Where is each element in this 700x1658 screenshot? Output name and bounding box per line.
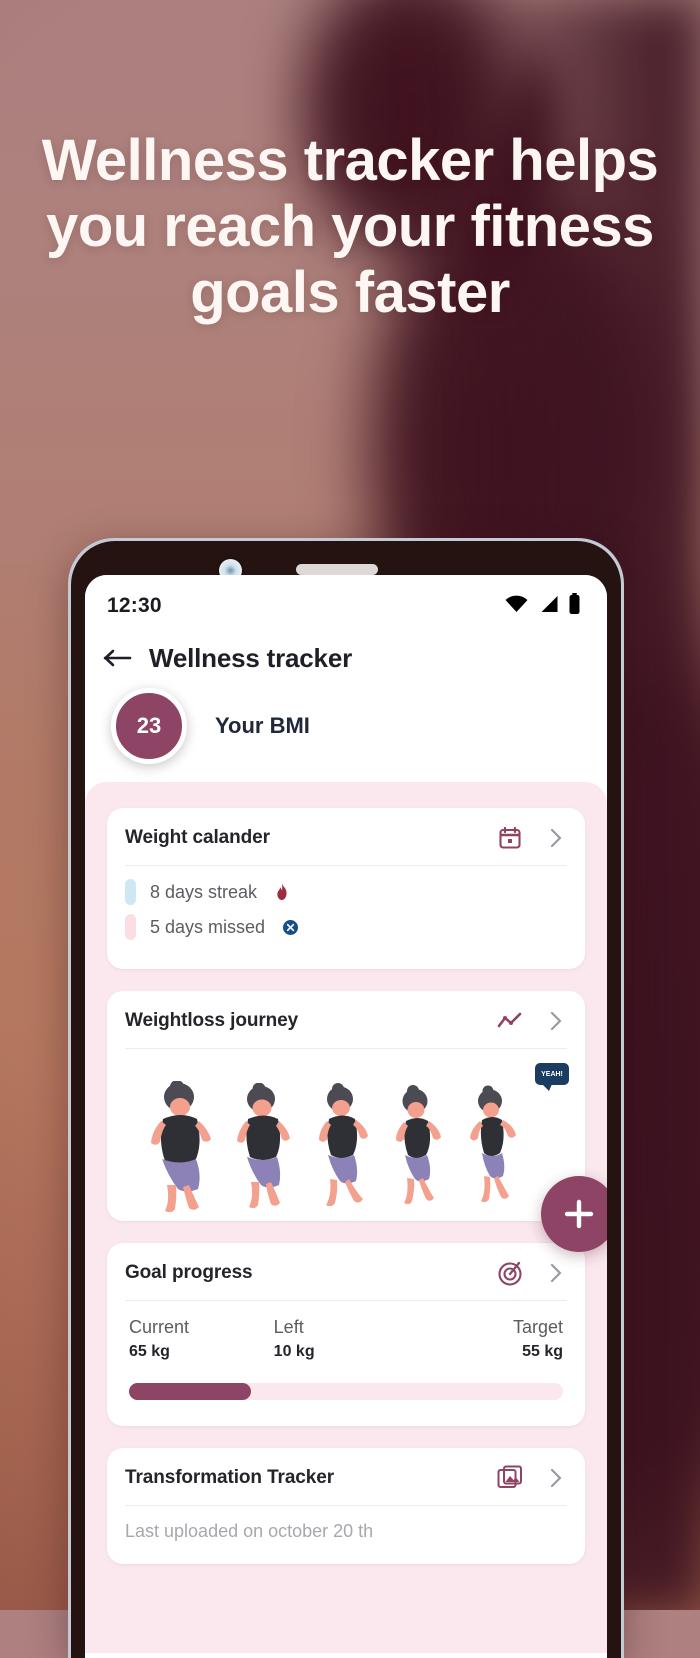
figure-5	[470, 1085, 516, 1203]
fire-icon	[275, 883, 289, 901]
last-upload-note: Last uploaded on october 20 th	[125, 1521, 374, 1541]
figure-4	[396, 1085, 441, 1205]
streak-text: 8 days streak	[150, 881, 258, 902]
figure-3	[319, 1083, 368, 1207]
list-item: 8 days streak	[125, 879, 567, 905]
bmi-value-badge: 23	[111, 688, 187, 764]
goal-stats: Current 65 kg Left 10 kg Target 55 kg	[107, 1301, 585, 1367]
phone-screen: 12:30 Wellness tracker 23 Your BMI Weigh…	[85, 575, 607, 1658]
list-item: 5 days missed	[125, 914, 567, 940]
plus-icon	[564, 1199, 594, 1229]
goal-progress-bar[interactable]	[129, 1383, 563, 1400]
card-weightloss-journey[interactable]: Weightloss journey YEAH!	[107, 991, 585, 1221]
goal-key: Target	[512, 1317, 564, 1337]
card-transformation-tracker[interactable]: Transformation Tracker Last uploaded on …	[107, 1448, 585, 1564]
cross-circle-icon	[283, 919, 299, 935]
bmi-label: Your BMI	[215, 713, 310, 738]
missed-bar	[125, 914, 136, 940]
status-time: 12:30	[107, 594, 162, 617]
card-title: Weightloss journey	[125, 1010, 299, 1031]
trend-line-icon[interactable]	[497, 1008, 523, 1034]
goal-value: 10 kg	[273, 1343, 315, 1360]
bmi-row[interactable]: 23 Your BMI	[85, 674, 607, 782]
speech-bubble-text: YEAH!	[541, 1070, 563, 1078]
wifi-icon	[504, 595, 529, 618]
goal-key: Left	[273, 1317, 304, 1337]
figure-1	[151, 1081, 211, 1213]
card-header: Goal progress	[107, 1243, 585, 1300]
figure-2	[237, 1083, 290, 1209]
card-goal-progress[interactable]: Goal progress Current 65 kg Left 10 kg T…	[107, 1243, 585, 1426]
add-entry-fab[interactable]	[541, 1176, 607, 1252]
goal-stat-target: Target 55 kg	[418, 1317, 563, 1361]
target-icon[interactable]	[497, 1260, 523, 1286]
calendar-icon[interactable]	[497, 825, 523, 851]
chevron-right-icon[interactable]	[547, 826, 567, 850]
missed-text: 5 days missed	[150, 916, 266, 937]
page-title: Wellness tracker	[149, 643, 352, 673]
battery-icon	[568, 592, 581, 620]
chevron-right-icon[interactable]	[547, 1261, 567, 1285]
content-sheet: Weight calander 8 days streak 5 days mis…	[85, 782, 607, 1653]
card-header: Weight calander	[107, 808, 585, 865]
photo-library-icon[interactable]	[497, 1465, 523, 1491]
chevron-right-icon[interactable]	[547, 1009, 567, 1033]
back-arrow-icon[interactable]	[103, 647, 133, 671]
phone-mockup: 12:30 Wellness tracker 23 Your BMI Weigh…	[68, 538, 624, 1658]
card-header: Weightloss journey	[107, 991, 585, 1048]
streak-list: 8 days streak 5 days missed	[107, 866, 585, 965]
earpiece-speaker	[296, 564, 378, 575]
goal-value: 55 kg	[522, 1343, 564, 1360]
goal-stat-current: Current 65 kg	[129, 1317, 274, 1361]
goal-value: 65 kg	[129, 1343, 170, 1360]
card-title: Goal progress	[125, 1262, 253, 1283]
signal-icon	[538, 595, 559, 618]
streak-bar	[125, 879, 136, 905]
weightloss-illustration: YEAH!	[107, 1049, 585, 1217]
card-title: Transformation Tracker	[125, 1467, 334, 1488]
card-header: Transformation Tracker	[107, 1448, 585, 1505]
app-bar: Wellness tracker	[85, 637, 607, 674]
status-bar: 12:30	[85, 575, 607, 637]
card-weight-calander[interactable]: Weight calander 8 days streak 5 days mis…	[107, 808, 585, 969]
goal-progress-fill	[129, 1383, 251, 1400]
card-title: Weight calander	[125, 827, 270, 848]
speech-bubble: YEAH!	[535, 1063, 569, 1091]
phone-frame: 12:30 Wellness tracker 23 Your BMI Weigh…	[71, 541, 621, 1658]
promo-headline: Wellness tracker helps you reach your fi…	[41, 128, 659, 326]
chevron-right-icon[interactable]	[547, 1466, 567, 1490]
goal-stat-left: Left 10 kg	[274, 1317, 419, 1361]
status-icons	[504, 592, 581, 620]
goal-key: Current	[129, 1317, 190, 1337]
